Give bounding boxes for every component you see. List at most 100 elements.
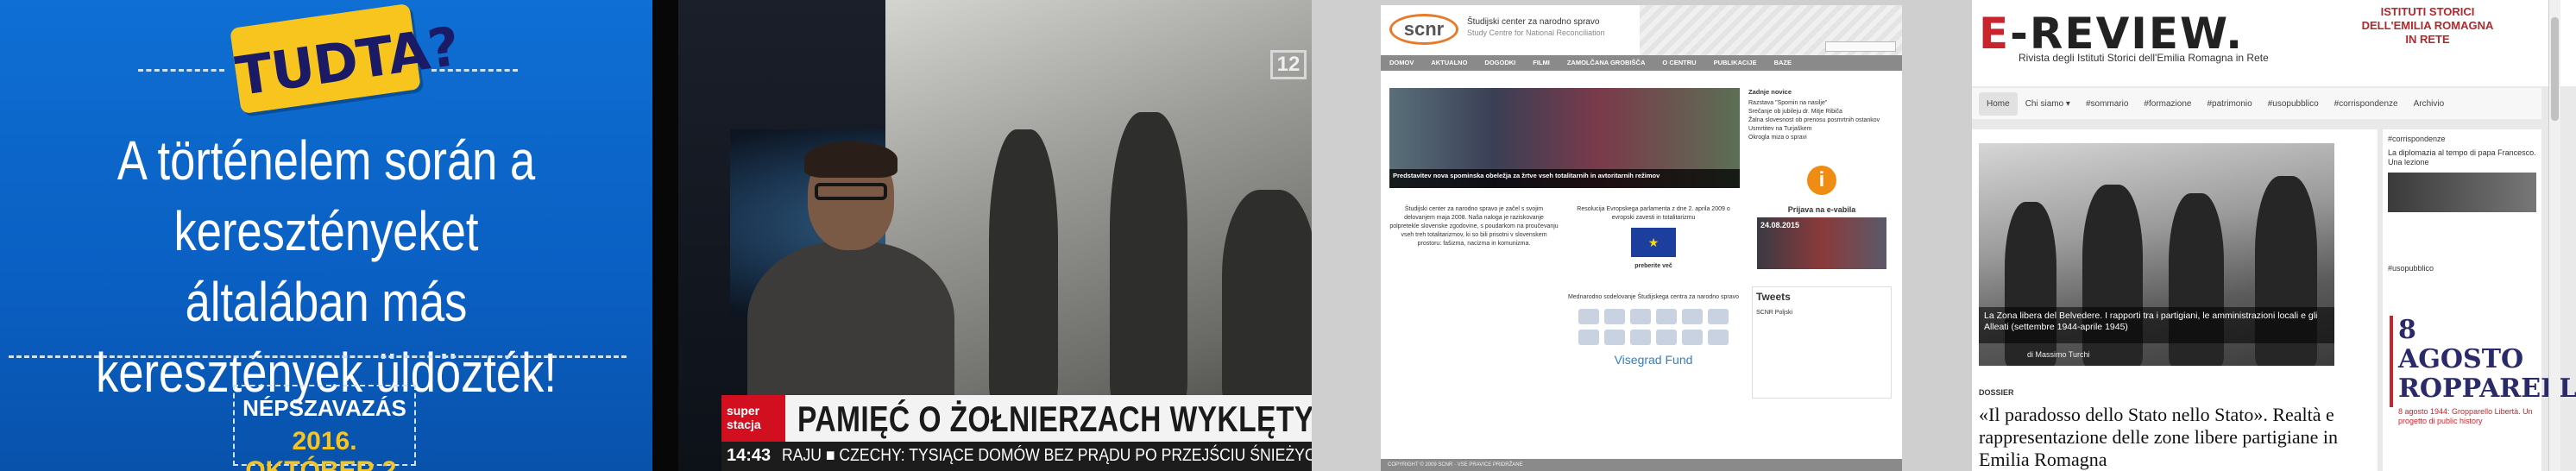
event-banner[interactable]: 24.08.2015 (1757, 217, 1886, 269)
tv-broadcast-panel: 12 super stacja PAMIĘĆ O ŻOŁNIERZACH WYK… (652, 0, 1312, 471)
menu-item-patrimonio[interactable]: #patrimonio (2199, 92, 2259, 116)
soldier-figure (1222, 190, 1312, 405)
soldier-figure (989, 129, 1058, 405)
twitter-widget: Tweets SCNR Poljski (1752, 286, 1892, 399)
question-tag: TUDTA? (230, 3, 463, 115)
main-menu: Home Chi siamo ▾ #sommario #formazione #… (1972, 88, 2541, 119)
sidebar-heading[interactable]: #usopubblico (2388, 264, 2536, 273)
channel-logo: super stacja (721, 395, 785, 442)
main-nav: DOMOV AKTUALNO DOGODKI FILMI ZAMOLČANA G… (1381, 55, 1902, 71)
partner-logo[interactable] (1604, 330, 1625, 345)
presenter (739, 141, 963, 414)
nav-item-dogodki[interactable]: DOGODKI (1476, 55, 1524, 71)
menu-item-sommario[interactable]: #sommario (2078, 92, 2136, 116)
news-heading: Zadnje novice (1748, 88, 1792, 96)
menu-item-home[interactable]: Home (1979, 91, 2018, 116)
ereview-website-panel: E-REVIEW. Rivista degli Istituti Storici… (1972, 0, 2576, 471)
poster-panel: TUDTA? A történelem során a keresztények… (0, 0, 652, 471)
nav-item-grobisca[interactable]: ZAMOLČANA GROBIŠČA (1559, 55, 1654, 71)
scrollbar[interactable] (2548, 0, 2560, 471)
eu-flag-icon[interactable]: ★ (1631, 228, 1676, 257)
tag-text: TUDTA? (231, 14, 463, 109)
tweets-heading: Tweets (1756, 291, 1791, 303)
partner-logo[interactable] (1708, 309, 1729, 324)
resolution-text: Resolucija Evropskega parlamenta z dne 2… (1577, 206, 1730, 221)
partner-logos (1567, 309, 1740, 345)
partner-logo[interactable] (1682, 309, 1703, 324)
partner-logo[interactable] (1682, 330, 1703, 345)
right-column: Prijava na e-vabila 24.08.2015 Tweets SC… (1748, 205, 1895, 399)
sidebar-text[interactable]: La diplomazia al tempo di papa Francesco… (2388, 148, 2536, 167)
site-name-sl: Študijski center za narodno spravo (1467, 17, 1600, 27)
info-icon[interactable]: i (1807, 166, 1836, 195)
scrollbar-thumb[interactable] (2551, 17, 2559, 121)
middle-column: Resolucija Evropskega parlamenta z dne 2… (1567, 205, 1740, 366)
event-date: 2016. OKTÓBER 2. (245, 427, 404, 471)
scnr-website-panel: scnr Študijski center za narodno spravo … (1312, 0, 1972, 471)
news-item[interactable]: Okrogla miza o spravi (1748, 134, 1895, 142)
menu-item-formazione[interactable]: #formazione (2136, 92, 2199, 116)
lower-third-title: PAMIĘĆ O ŻOŁNIERZACH WYKLĘTYCH (797, 399, 1312, 439)
news-item[interactable]: Srečanje ob jubileju dr. Mitje Ribiča (1748, 108, 1895, 116)
nav-item-o-centru[interactable]: O CENTRU (1653, 55, 1704, 71)
article-kicker: DOSSIER (1979, 388, 2014, 397)
nav-item-filmi[interactable]: FILMI (1524, 55, 1559, 71)
soldier-figure (1110, 112, 1187, 405)
news-item[interactable]: Žalna slovesnost ob prenosu posmrtnih os… (1748, 116, 1895, 125)
image-slider[interactable]: Predstavitev nova spominska obeležja za … (1389, 88, 1740, 188)
news-list: Zadnje novice Razstava "Spomin na nasilj… (1748, 88, 1895, 142)
channel-badge: 12 (1270, 50, 1307, 79)
partner-logo[interactable] (1630, 309, 1651, 324)
read-more-link[interactable]: preberite več (1567, 262, 1740, 271)
sidebar-thumbnail[interactable] (2388, 173, 2536, 212)
clock: 14:43 (727, 446, 772, 465)
partner-logo[interactable] (1630, 330, 1651, 345)
site-footer: COPYRIGHT © 2009 SCNR · VSE PRAVICE PRID… (1381, 459, 1902, 471)
partner-logo[interactable] (1708, 330, 1729, 345)
event-banner[interactable]: 8 AGOSTO ROPPARELLO 8 agosto 1944: Gropp… (2390, 315, 2576, 425)
partner-logo[interactable] (1656, 309, 1677, 324)
divider (138, 69, 224, 72)
partner-logo[interactable] (1578, 330, 1599, 345)
web-page: scnr Študijski center za narodno spravo … (1381, 5, 1902, 471)
visegrad-logo[interactable]: Visegrad Fund (1567, 354, 1740, 366)
banner-description: 8 agosto 1944: Gropparello Libertà. Un p… (2398, 407, 2533, 425)
article-title[interactable]: «Il paradosso dello Stato nello Stato». … (1979, 404, 2359, 471)
site-tagline: Rivista degli Istituti Storici dell'Emil… (2019, 52, 2269, 64)
intro-paragraph: Študijski center za narodno spravo je za… (1389, 206, 1559, 247)
divider (9, 355, 627, 358)
site-header: scnr Študijski center za narodno spravo … (1381, 5, 1902, 55)
glasses-icon (815, 183, 887, 200)
banner-text: 8 AGOSTO ROPPARELLO (2398, 315, 2576, 404)
slider-caption[interactable]: Predstavitev nova spominska obeležja za … (1389, 169, 1740, 188)
ticker-text: RAJU ■ CZECHY: TYSIĄCE DOMÓW BEZ PRĄDU P… (782, 446, 1312, 465)
presenter-body (747, 242, 954, 414)
image-caption[interactable]: La Zona libera del Belvedere. I rapporti… (1979, 307, 2334, 343)
subscribe-heading[interactable]: Prijava na e-vabila (1748, 205, 1895, 214)
partner-logo[interactable] (1578, 309, 1599, 324)
event-box: NÉPSZAVAZÁS 2016. OKTÓBER 2. (233, 385, 416, 471)
news-item[interactable]: Usmrtitev na Turjaškem (1748, 125, 1895, 134)
partner-logo[interactable] (1604, 309, 1625, 324)
nav-item-domov[interactable]: DOMOV (1381, 55, 1422, 71)
menu-item-chi-siamo[interactable]: Chi siamo ▾ (2018, 92, 2078, 116)
article-author: di Massimo Turchi (2027, 350, 2090, 359)
partner-logo[interactable] (1656, 330, 1677, 345)
site-logo[interactable]: scnr (1389, 14, 1458, 45)
presenter-hair (804, 141, 898, 178)
nav-item-baze[interactable]: BAZE (1766, 55, 1800, 71)
institute-logo[interactable]: ISTITUTI STORICI DELL'EMILIA ROMAGNA IN … (2359, 5, 2497, 47)
sidebar-heading[interactable]: #corrispondenze (2388, 135, 2536, 143)
site-name: Študijski center za narodno spravo Study… (1467, 17, 1605, 38)
tweet-user[interactable]: SCNR Poljski (1756, 310, 1887, 316)
menu-item-archivio[interactable]: Archivio (2406, 92, 2453, 116)
menu-item-usopubblico[interactable]: #usopubblico (2260, 92, 2327, 116)
search-input[interactable] (1825, 41, 1896, 52)
event-banner-date: 24.08.2015 (1760, 221, 1800, 229)
nav-item-publikacije[interactable]: PUBLIKACIJE (1705, 55, 1766, 71)
menu-item-corrispondenze[interactable]: #corrispondenze (2327, 92, 2406, 116)
news-item[interactable]: Razstava "Spomin na nasilje" (1748, 99, 1895, 108)
nav-item-aktualno[interactable]: AKTUALNO (1422, 55, 1476, 71)
event-title: NÉPSZAVAZÁS (242, 395, 406, 421)
poster-headline: A történelem során a keresztényeket álta… (96, 129, 557, 404)
